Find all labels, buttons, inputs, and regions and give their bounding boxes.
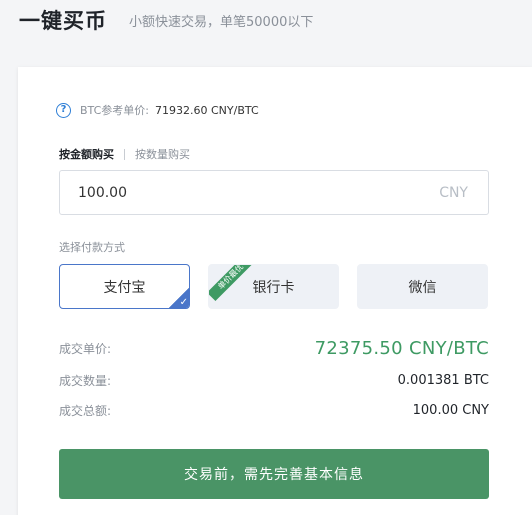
payment-option-wechat[interactable]: 微信 (357, 264, 488, 309)
tab-divider (124, 148, 125, 160)
reference-price-row: ? BTC参考单价: 71932.60 CNY/BTC (56, 102, 259, 118)
selected-check-icon: ✓ (168, 287, 189, 308)
amount-field[interactable]: CNY (59, 170, 489, 215)
reference-price-label: BTC参考单价: (80, 104, 150, 117)
trade-total-row: 成交总额: 100.00 CNY (59, 401, 489, 419)
trade-quantity-label: 成交数量: (59, 373, 112, 388)
payment-option-label: 银行卡 (252, 279, 295, 296)
buy-card: ? BTC参考单价: 71932.60 CNY/BTC 按金额购买 按数量购买 … (18, 67, 532, 515)
trade-price-value: 72375.50 CNY/BTC (314, 337, 489, 359)
amount-unit: CNY (439, 184, 468, 201)
payment-method-options: 支付宝 ✓ 单价最优 银行卡 微信 (59, 264, 488, 309)
trade-price-label: 成交单价: (59, 341, 112, 356)
payment-method-label: 选择付款方式 (59, 241, 125, 254)
trade-total-label: 成交总额: (59, 403, 112, 418)
payment-option-label: 微信 (408, 279, 437, 296)
help-icon[interactable]: ? (56, 102, 71, 118)
tab-buy-by-amount[interactable]: 按金额购买 (59, 146, 114, 162)
page: 一键买币 小额快速交易，单笔50000以下 ? BTC参考单价: 71932.6… (0, 0, 532, 515)
purchase-mode-tabs: 按金额购买 按数量购买 (59, 146, 190, 162)
best-price-badge: 单价最优 (209, 265, 256, 302)
trade-quantity-row: 成交数量: 0.001381 BTC (59, 371, 489, 389)
payment-option-bank-card[interactable]: 单价最优 银行卡 (208, 264, 339, 309)
complete-info-button[interactable]: 交易前，需先完善基本信息 (59, 449, 489, 499)
amount-input[interactable] (78, 184, 278, 201)
trade-quantity-value: 0.001381 BTC (397, 372, 489, 388)
trade-price-row: 成交单价: 72375.50 CNY/BTC (59, 337, 489, 359)
trade-total-value: 100.00 CNY (412, 402, 489, 418)
tab-buy-by-quantity[interactable]: 按数量购买 (135, 146, 190, 162)
page-subtitle: 小额快速交易，单笔50000以下 (129, 14, 314, 30)
reference-price-value: 71932.60 CNY/BTC (155, 103, 259, 117)
payment-option-label: 支付宝 (103, 279, 146, 296)
page-title: 一键买币 (19, 9, 107, 33)
payment-option-alipay[interactable]: 支付宝 ✓ (59, 264, 190, 309)
trade-summary: 成交单价: 72375.50 CNY/BTC 成交数量: 0.001381 BT… (59, 337, 489, 419)
page-header: 一键买币 小额快速交易，单笔50000以下 (19, 0, 313, 40)
